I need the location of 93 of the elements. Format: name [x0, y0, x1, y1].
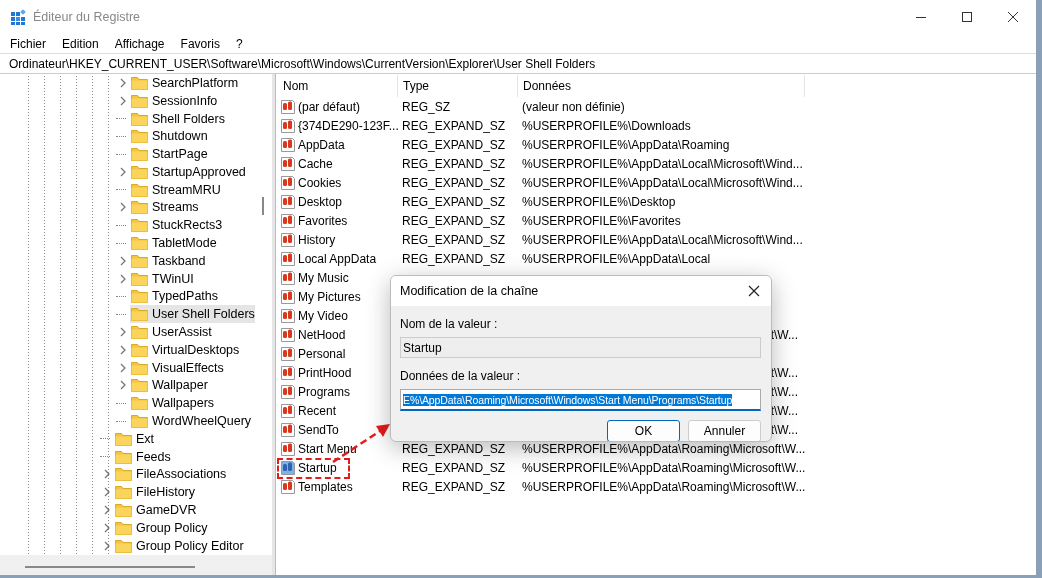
menu-item[interactable]: Edition — [56, 36, 105, 51]
cancel-button[interactable]: Annuler — [688, 420, 761, 441]
value-name[interactable]: Desktop — [280, 193, 343, 210]
tree-item[interactable]: FileHistory — [114, 483, 200, 502]
value-name[interactable]: Templates — [280, 478, 353, 495]
table-cell-text: REG_EXPAND_SZ — [401, 194, 507, 209]
ok-button[interactable]: OK — [607, 420, 680, 441]
table-cell-text: REG_EXPAND_SZ — [401, 118, 507, 133]
tree-item[interactable]: WordWheelQuery — [130, 412, 256, 431]
value-name[interactable]: Local AppData — [280, 250, 377, 267]
table-cell: t\W... — [770, 422, 798, 437]
value-name[interactable]: Start Menu — [280, 440, 357, 457]
window-title: Éditeur du Registre — [33, 10, 140, 24]
table-cell-text: REG_EXPAND_SZ — [401, 156, 507, 171]
value-name[interactable]: My Pictures — [280, 288, 361, 305]
table-cell: t\W... — [770, 327, 798, 342]
tree-item[interactable]: Group Policy — [114, 518, 212, 537]
tree-item[interactable]: Streams — [130, 198, 203, 217]
value-name[interactable]: Programs — [280, 383, 350, 400]
table-cell-text: %USERPROFILE%\AppData\Roaming — [521, 137, 731, 152]
tree-item[interactable]: StreamMRU — [130, 180, 225, 199]
value-name[interactable]: Cookies — [280, 174, 342, 191]
value-name[interactable]: PrintHood — [280, 364, 352, 381]
tree-item[interactable]: TypedPaths — [130, 287, 222, 306]
table-cell-text: REG_EXPAND_SZ — [401, 251, 507, 266]
table-cell-text: REG_EXPAND_SZ — [401, 441, 507, 456]
tree-item[interactable]: Shutdown — [130, 127, 212, 146]
table-cell-text: %USERPROFILE%\AppData\Local\Microsoft\Wind... — [521, 156, 804, 171]
value-name[interactable]: My Video — [280, 307, 348, 324]
tree-item[interactable]: Wallpaper — [130, 376, 212, 395]
tree-item[interactable]: FileAssociations — [114, 465, 231, 484]
table-cell-text: %USERPROFILE%\AppData\Roaming\Microsoft\W... — [521, 479, 807, 494]
tree-item[interactable]: Ext — [114, 429, 159, 448]
menu-item[interactable]: Fichier — [4, 36, 52, 51]
tree-item[interactable]: StartupApproved — [130, 162, 250, 181]
table-cell-text: %USERPROFILE%\AppData\Roaming\Microsoft\W... — [521, 460, 807, 475]
table-cell-text: REG_SZ — [401, 99, 451, 114]
menu-item[interactable]: Favoris — [174, 36, 226, 51]
table-cell-text: REG_EXPAND_SZ — [401, 137, 507, 152]
tree-item[interactable]: UserAssist — [130, 323, 216, 342]
tree-item[interactable]: Wallpapers — [130, 394, 219, 413]
value-name[interactable]: SendTo — [280, 421, 339, 438]
tree-item[interactable]: Feeds — [114, 447, 175, 466]
tree-item[interactable]: GameDVR — [114, 501, 201, 520]
value-name[interactable]: {374DE290-123F... — [280, 117, 399, 134]
tree-item[interactable]: TabletMode — [130, 234, 221, 253]
tree-item[interactable]: SessionInfo — [130, 91, 222, 110]
table-cell-text: %USERPROFILE%\Favorites — [521, 213, 682, 228]
table-cell: t\W... — [770, 403, 798, 418]
menu-item[interactable]: ? — [229, 36, 249, 51]
column-header[interactable]: Nom — [278, 74, 398, 97]
value-name[interactable]: History — [280, 231, 336, 248]
table-cell-text: (valeur non définie) — [521, 99, 626, 114]
value-name[interactable]: Favorites — [280, 212, 348, 229]
table-cell-text: REG_EXPAND_SZ — [401, 213, 507, 228]
tree-item[interactable]: Group Policy Editor — [114, 536, 248, 555]
table-cell-text: %USERPROFILE%\AppData\Local\Microsoft\Wind... — [521, 175, 804, 190]
table-cell-text: %USERPROFILE%\AppData\Local\Microsoft\Wind... — [521, 232, 804, 247]
table-cell-text: %USERPROFILE%\AppData\Local — [521, 251, 712, 266]
column-header[interactable]: Données — [518, 74, 805, 97]
value-name[interactable]: My Music — [280, 269, 349, 286]
value-name[interactable]: (par défaut) — [280, 98, 361, 115]
tree-item[interactable]: Taskband — [130, 251, 210, 270]
menu-item[interactable]: Affichage — [108, 36, 171, 51]
table-cell-text: REG_EXPAND_SZ — [401, 175, 507, 190]
tree-item[interactable]: StartPage — [130, 145, 212, 164]
table-cell-text: %USERPROFILE%\AppData\Roaming\Microsoft\W... — [521, 441, 807, 456]
value-name[interactable]: Startup — [280, 459, 337, 476]
value-name[interactable]: Personal — [280, 345, 346, 362]
value-data-field[interactable]: E%\AppData\Roaming\Microsoft\Windows\Start Menu\Programs\Startup — [400, 389, 761, 411]
value-name[interactable]: Recent — [280, 402, 337, 419]
table-cell-text: REG_EXPAND_SZ — [401, 479, 507, 494]
value-name[interactable]: Cache — [280, 155, 333, 172]
tree-item[interactable]: SearchPlatform — [130, 74, 243, 92]
table-cell: t\W... — [770, 365, 798, 380]
table-cell-text: REG_EXPAND_SZ — [401, 460, 507, 475]
field-label: Données de la valeur : — [400, 369, 521, 383]
tree-item[interactable]: VirtualDesktops — [130, 340, 244, 359]
dialog-title: Modification de la chaîne — [400, 284, 539, 298]
tree-item[interactable]: TWinUI — [130, 269, 198, 288]
table-cell-text: %USERPROFILE%\Downloads — [521, 118, 692, 133]
tree-item[interactable]: Shell Folders — [130, 109, 229, 128]
table-cell: t\W... — [770, 384, 798, 399]
table-cell-text: REG_EXPAND_SZ — [401, 232, 507, 247]
tree-item[interactable]: StuckRects3 — [130, 216, 227, 235]
value-name[interactable]: NetHood — [280, 326, 346, 343]
value-name[interactable]: AppData — [280, 136, 345, 153]
value-name-field[interactable]: Startup — [400, 337, 761, 358]
table-cell-text: %USERPROFILE%\Desktop — [521, 194, 677, 209]
column-header[interactable]: Type — [398, 74, 518, 97]
address-bar[interactable]: Ordinateur\HKEY_CURRENT_USER\Software\Microsoft\Windows\CurrentVersion\Explorer\User Shell Folders — [0, 53, 1036, 74]
tree-item[interactable]: VisualEffects — [130, 358, 228, 377]
field-label: Nom de la valeur : — [400, 317, 498, 331]
